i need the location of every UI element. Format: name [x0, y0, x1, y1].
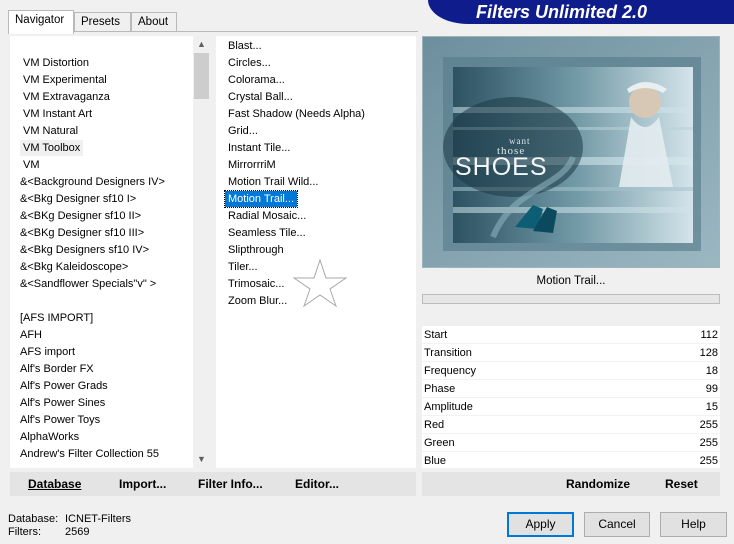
parameter-label: Amplitude: [424, 401, 473, 413]
parameter-value: 255: [699, 455, 718, 467]
database-button[interactable]: Database: [28, 477, 81, 491]
category-item[interactable]: &<BKg Designer sf10 III>: [17, 225, 147, 241]
category-item[interactable]: Alf's Power Sines: [17, 395, 108, 411]
parameter-panel: Start 112 Transition 128 Frequency 18 Phase 99 A…: [422, 326, 720, 470]
parameter-slider[interactable]: Red 255: [422, 416, 720, 434]
filter-item[interactable]: Crystal Ball...: [225, 89, 296, 105]
category-scrollbar[interactable]: ▲ ▼: [193, 36, 210, 468]
parameter-label: Green: [424, 437, 455, 449]
filters-count: 2569: [65, 526, 90, 538]
scroll-up-icon[interactable]: ▲: [193, 36, 210, 53]
category-item[interactable]: &<Background Designers IV>: [17, 174, 168, 190]
category-item[interactable]: AFS import: [17, 344, 78, 360]
parameter-label: Transition: [424, 347, 472, 359]
scroll-thumb[interactable]: [194, 53, 209, 99]
category-item[interactable]: [AFS IMPORT]: [17, 310, 96, 326]
filter-item[interactable]: MirrorrriM: [225, 157, 279, 173]
category-item[interactable]: &<Bkg Designers sf10 IV>: [17, 242, 152, 258]
parameter-value: 112: [700, 329, 718, 341]
category-item[interactable]: VM Extravaganza: [20, 89, 113, 105]
parameter-value: 15: [705, 401, 718, 413]
category-item[interactable]: AFH: [17, 327, 45, 343]
filter-item[interactable]: Grid...: [225, 123, 261, 139]
preview-text-shoes: SHOES: [455, 153, 548, 181]
filter-item[interactable]: Slipthrough: [225, 242, 287, 258]
editor-button[interactable]: Editor...: [295, 477, 339, 491]
database-label: Database:: [8, 513, 59, 525]
tab-presets[interactable]: Presets: [74, 12, 131, 32]
category-item[interactable]: VM Natural: [20, 123, 81, 139]
category-item[interactable]: VM: [20, 157, 43, 173]
category-item[interactable]: Alf's Power Toys: [17, 412, 103, 428]
title-banner: Filters Unlimited 2.0: [428, 0, 734, 24]
help-button[interactable]: Help: [660, 512, 727, 537]
preset-command-bar: Randomize Reset: [422, 472, 720, 496]
banner-title: Filters Unlimited 2.0: [476, 2, 648, 22]
category-item[interactable]: Andrew's Filter Collection 55: [17, 446, 162, 462]
parameter-label: Phase: [424, 383, 456, 395]
filter-item[interactable]: Fast Shadow (Needs Alpha): [225, 106, 368, 122]
filter-item[interactable]: Trimosaic...: [225, 276, 287, 292]
import-button[interactable]: Import...: [119, 477, 166, 491]
parameter-slider[interactable]: Amplitude 15: [422, 398, 720, 416]
category-item[interactable]: VM Toolbox: [20, 140, 84, 156]
category-item[interactable]: AlphaWorks: [17, 429, 82, 445]
filter-item[interactable]: Zoom Blur...: [225, 293, 290, 309]
parameter-value: 18: [705, 365, 718, 377]
parameter-slider[interactable]: Green 255: [422, 434, 720, 452]
scroll-down-icon[interactable]: ▼: [193, 451, 210, 468]
filters-label: Filters:: [8, 526, 41, 538]
filter-item[interactable]: Motion Trail...: [223, 190, 299, 208]
list-command-bar: Database Import... Filter Info... Editor…: [10, 472, 416, 496]
parameter-slider[interactable]: Start 112: [422, 326, 720, 344]
filter-item[interactable]: Tiler...: [225, 259, 261, 275]
filter-item[interactable]: Instant Tile...: [225, 140, 293, 156]
category-item[interactable]: &<Bkg Kaleidoscope>: [17, 259, 131, 275]
category-item[interactable]: VM Distortion: [20, 55, 92, 71]
category-item[interactable]: Alf's Border FX: [17, 361, 97, 377]
category-item[interactable]: Alf's Power Grads: [17, 378, 111, 394]
filter-item[interactable]: Radial Mosaic...: [225, 208, 309, 224]
current-filter-name: Motion Trail...: [536, 275, 606, 287]
tab-navigator[interactable]: Navigator: [8, 10, 74, 34]
preview-image: want those SHOES: [422, 36, 720, 268]
filter-info-button[interactable]: Filter Info...: [198, 477, 263, 491]
category-item[interactable]: VM Experimental: [20, 72, 110, 88]
filter-list[interactable]: Blast... Circles... Colorama... Crystal Bal…: [216, 36, 416, 468]
filter-item[interactable]: Motion Trail Wild...: [225, 174, 321, 190]
reset-button[interactable]: Reset: [665, 477, 698, 491]
apply-button[interactable]: Apply: [507, 512, 574, 537]
filter-item[interactable]: Blast...: [225, 38, 265, 54]
parameter-slider[interactable]: Frequency 18: [422, 362, 720, 380]
tab-about[interactable]: About: [131, 12, 177, 32]
filter-item[interactable]: Colorama...: [225, 72, 288, 88]
parameter-label: Frequency: [424, 365, 476, 377]
parameter-value: 128: [699, 347, 718, 359]
parameter-value: 255: [699, 419, 718, 431]
parameter-value: 99: [705, 383, 718, 395]
filter-item[interactable]: Seamless Tile...: [225, 225, 309, 241]
category-item[interactable]: VM Instant Art: [20, 106, 95, 122]
database-value: ICNET-Filters: [65, 513, 131, 525]
category-item[interactable]: &<Sandflower Specials"v" >: [17, 276, 159, 292]
parameter-slider[interactable]: Phase 99: [422, 380, 720, 398]
filter-item[interactable]: Circles...: [225, 55, 274, 71]
category-item[interactable]: &<BKg Designer sf10 II>: [17, 208, 144, 224]
parameter-slider[interactable]: Transition 128: [422, 344, 720, 362]
category-list[interactable]: VM Distortion VM Experimental VM Extravaga…: [10, 36, 193, 468]
parameter-value: 255: [699, 437, 718, 449]
category-item[interactable]: &<Bkg Designer sf10 I>: [17, 191, 139, 207]
progress-bar: [422, 294, 720, 304]
parameter-label: Start: [424, 329, 448, 341]
category-list-panel: VM Distortion VM Experimental VM Extravaga…: [10, 36, 210, 468]
parameter-slider[interactable]: Blue 255: [422, 452, 720, 470]
cancel-button[interactable]: Cancel: [584, 512, 650, 537]
parameter-label: Red: [424, 419, 445, 431]
randomize-button[interactable]: Randomize: [566, 477, 630, 491]
parameter-label: Blue: [424, 455, 447, 467]
